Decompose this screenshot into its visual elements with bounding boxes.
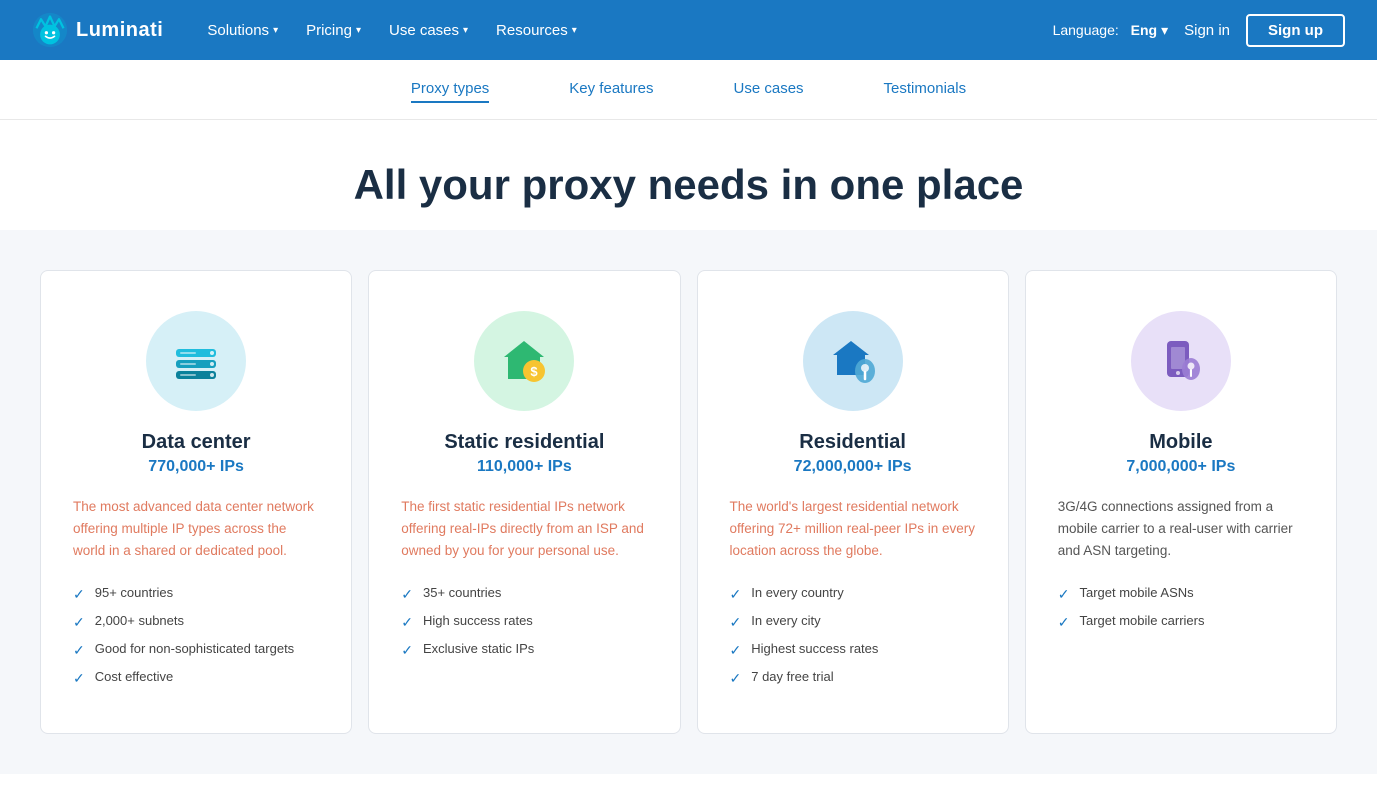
nav-solutions[interactable]: Solutions ▾: [195, 14, 290, 47]
check-icon: ✓: [730, 614, 742, 631]
list-item: ✓Cost effective: [73, 669, 319, 687]
mobile-icon: [1153, 333, 1209, 389]
nav-pricing[interactable]: Pricing ▾: [294, 14, 373, 47]
card-datacenter-subtitle: 770,000+ IPs: [73, 458, 319, 476]
nav-use-cases[interactable]: Use cases ▾: [377, 14, 480, 47]
proxy-cards-section: Data center 770,000+ IPs The most advanc…: [0, 230, 1377, 774]
subnav-use-cases[interactable]: Use cases: [734, 76, 804, 103]
list-item: ✓Good for non-sophisticated targets: [73, 641, 319, 659]
language-selector[interactable]: Language: Eng ▾: [1053, 22, 1169, 39]
subnav-key-features[interactable]: Key features: [569, 76, 653, 103]
check-icon: ✓: [73, 586, 85, 603]
chevron-down-icon: ▾: [273, 25, 278, 36]
list-item: ✓2,000+ subnets: [73, 613, 319, 631]
card-static-residential: $ Static residential 110,000+ IPs The fi…: [368, 270, 680, 734]
list-item: ✓7 day free trial: [730, 669, 976, 687]
card-static-res-subtitle: 110,000+ IPs: [401, 458, 647, 476]
card-datacenter-features: ✓95+ countries ✓2,000+ subnets ✓Good for…: [73, 585, 319, 697]
residential-icon: [825, 333, 881, 389]
list-item: ✓35+ countries: [401, 585, 647, 603]
card-mobile: Mobile 7,000,000+ IPs 3G/4G connections …: [1025, 270, 1337, 734]
list-item: ✓Highest success rates: [730, 641, 976, 659]
card-residential: Residential 72,000,000+ IPs The world's …: [697, 270, 1009, 734]
static-residential-icon: $: [496, 333, 552, 389]
chevron-down-icon: ▾: [463, 25, 468, 36]
card-datacenter: Data center 770,000+ IPs The most advanc…: [40, 270, 352, 734]
card-datacenter-desc: The most advanced data center network of…: [73, 496, 319, 561]
signup-button[interactable]: Sign up: [1246, 14, 1345, 47]
datacenter-icon: [168, 333, 224, 389]
chevron-down-icon: ▾: [1161, 22, 1168, 39]
chevron-down-icon: ▾: [356, 25, 361, 36]
card-static-res-features: ✓35+ countries ✓High success rates ✓Excl…: [401, 585, 647, 669]
residential-icon-wrap: [803, 311, 903, 411]
check-icon: ✓: [1058, 586, 1070, 603]
card-static-res-desc: The first static residential IPs network…: [401, 496, 647, 561]
check-icon: ✓: [73, 614, 85, 631]
brand-name: Luminati: [76, 19, 163, 42]
list-item: ✓Target mobile ASNs: [1058, 585, 1304, 603]
card-datacenter-title: Data center: [73, 431, 319, 454]
check-icon: ✓: [730, 670, 742, 687]
list-item: ✓95+ countries: [73, 585, 319, 603]
hero-title: All your proxy needs in one place: [32, 160, 1345, 210]
card-residential-subtitle: 72,000,000+ IPs: [730, 458, 976, 476]
card-mobile-subtitle: 7,000,000+ IPs: [1058, 458, 1304, 476]
check-icon: ✓: [730, 642, 742, 659]
card-mobile-features: ✓Target mobile ASNs ✓Target mobile carri…: [1058, 585, 1304, 641]
nav-links: Solutions ▾ Pricing ▾ Use cases ▾ Resour…: [195, 14, 1052, 47]
list-item: ✓High success rates: [401, 613, 647, 631]
main-nav: Luminati Solutions ▾ Pricing ▾ Use cases…: [0, 0, 1377, 60]
signin-button[interactable]: Sign in: [1184, 22, 1230, 39]
datacenter-icon-wrap: [146, 311, 246, 411]
list-item: ✓In every city: [730, 613, 976, 631]
list-item: ✓In every country: [730, 585, 976, 603]
mobile-icon-wrap: [1131, 311, 1231, 411]
static-res-icon-wrap: $: [474, 311, 574, 411]
check-icon: ✓: [1058, 614, 1070, 631]
logo-icon: [32, 12, 68, 48]
subnav-testimonials[interactable]: Testimonials: [884, 76, 967, 103]
card-mobile-desc: 3G/4G connections assigned from a mobile…: [1058, 496, 1304, 561]
check-icon: ✓: [401, 586, 413, 603]
sub-nav: Proxy types Key features Use cases Testi…: [0, 60, 1377, 120]
card-residential-desc: The world's largest residential network …: [730, 496, 976, 561]
list-item: ✓Target mobile carriers: [1058, 613, 1304, 631]
chevron-down-icon: ▾: [572, 25, 577, 36]
check-icon: ✓: [401, 642, 413, 659]
check-icon: ✓: [73, 642, 85, 659]
subnav-proxy-types[interactable]: Proxy types: [411, 76, 489, 103]
svg-text:$: $: [531, 364, 539, 379]
card-static-res-title: Static residential: [401, 431, 647, 454]
list-item: ✓Exclusive static IPs: [401, 641, 647, 659]
nav-resources[interactable]: Resources ▾: [484, 14, 589, 47]
card-mobile-title: Mobile: [1058, 431, 1304, 454]
check-icon: ✓: [73, 670, 85, 687]
nav-right: Language: Eng ▾ Sign in Sign up: [1053, 14, 1345, 47]
hero-section: All your proxy needs in one place: [0, 120, 1377, 230]
logo[interactable]: Luminati: [32, 12, 163, 48]
card-residential-title: Residential: [730, 431, 976, 454]
check-icon: ✓: [730, 586, 742, 603]
card-residential-features: ✓In every country ✓In every city ✓Highes…: [730, 585, 976, 697]
check-icon: ✓: [401, 614, 413, 631]
